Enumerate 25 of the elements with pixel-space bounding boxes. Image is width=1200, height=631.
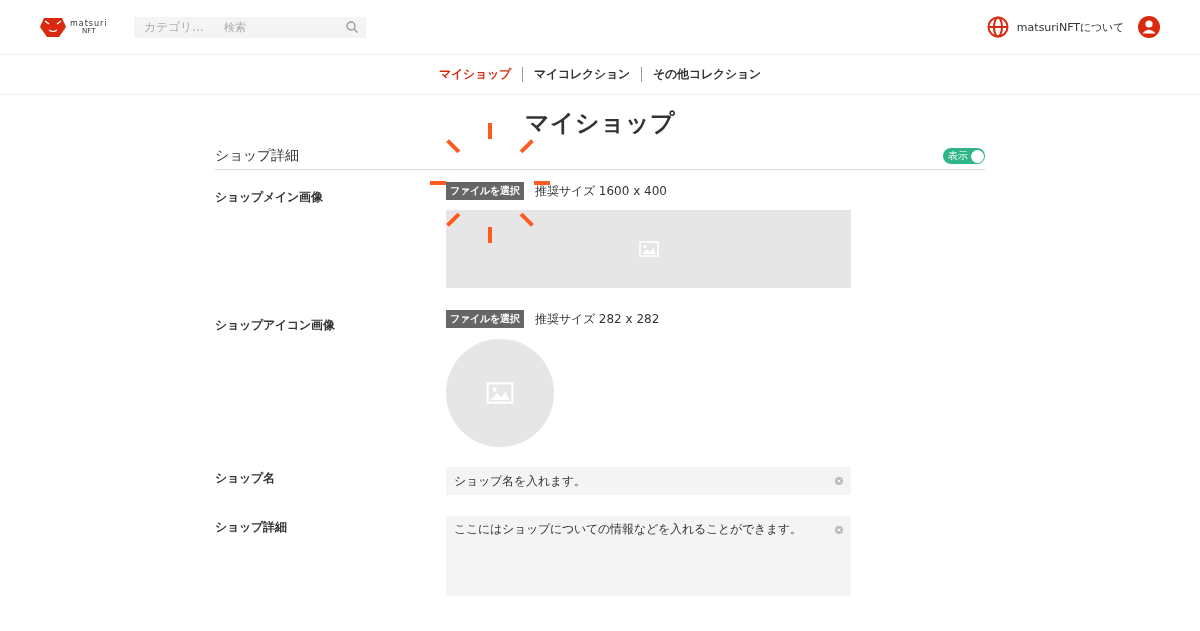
field-label: ショップ名 [215,470,276,487]
globe-icon [986,16,1009,38]
field-label: ショップアイコン画像 [215,317,336,334]
section-title: ショップ詳細 [215,147,299,165]
field-label: ショップ詳細 [215,519,288,536]
field-label: ショップメイン画像 [215,189,324,206]
image-icon [486,382,514,404]
nav-tab[interactable]: マイショップ [439,66,511,83]
choose-file-button[interactable]: ファイルを選択 [446,310,524,328]
user-avatar-icon[interactable] [1138,16,1160,38]
logo-text: matsuri [70,19,108,28]
nav-tab[interactable]: マイコレクション [534,66,630,83]
clear-icon[interactable] [835,526,843,534]
image-icon [638,241,659,257]
about-link[interactable]: matsuriNFTについて [1016,19,1124,35]
shop-details-field[interactable]: ここにはショップについての情報などを入れることができます。 [446,516,851,596]
shop-name-field[interactable]: ショップ名を入れます。 [446,467,851,495]
page-title: マイショップ [524,108,676,139]
search-icon[interactable] [346,21,358,33]
nav-tab[interactable]: その他コレクション [653,66,761,83]
size-hint: 推奨サイズ 282 x 282 [535,310,660,328]
clear-icon[interactable] [835,477,843,485]
size-hint: 推奨サイズ 1600 x 400 [535,182,667,200]
choose-file-button[interactable]: ファイルを選択 [446,182,524,200]
logo-icon [40,16,66,38]
